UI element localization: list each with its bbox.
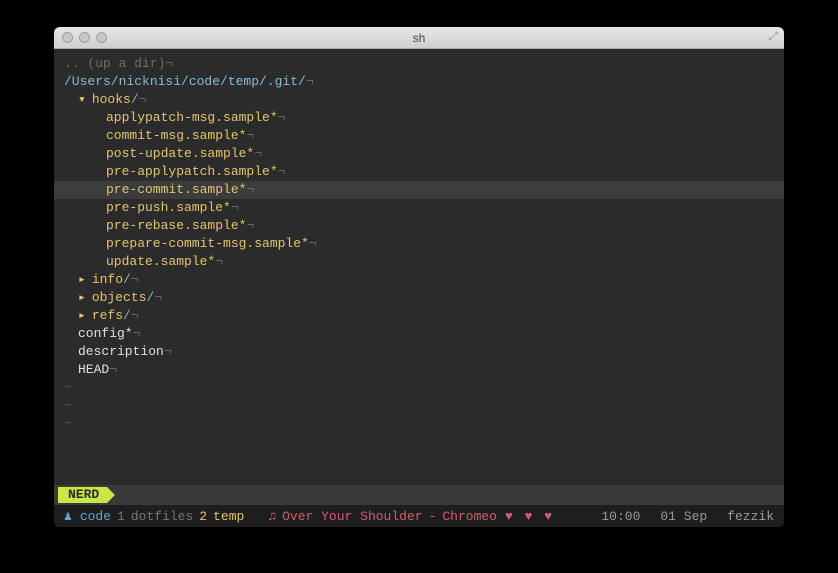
eol-marker: ¬ bbox=[154, 290, 162, 305]
file-name[interactable]: prepare-commit-msg.sample* bbox=[106, 236, 309, 251]
folder-closed-icon[interactable]: ▸ bbox=[78, 272, 86, 287]
tree-row[interactable]: .. (up a dir)¬ bbox=[64, 55, 774, 73]
empty-line: ~ bbox=[64, 379, 774, 397]
eol-marker: ¬ bbox=[165, 55, 173, 73]
cwd-path: /Users/nicknisi/code/temp/.git/ bbox=[64, 73, 306, 91]
tmux-window-name-1[interactable]: dotfiles bbox=[131, 509, 193, 524]
expand-icon[interactable]: ⤢ bbox=[768, 30, 778, 44]
eol-marker: ¬ bbox=[309, 236, 317, 251]
music-icon: ♫ bbox=[268, 509, 276, 524]
eol-marker: ¬ bbox=[246, 128, 254, 143]
file-name[interactable]: pre-applypatch.sample* bbox=[106, 164, 278, 179]
tree-row[interactable]: /Users/nicknisi/code/temp/.git/¬ bbox=[64, 73, 774, 91]
file-name[interactable]: post-update.sample* bbox=[106, 146, 254, 161]
tree-row[interactable]: config*¬ bbox=[64, 325, 774, 343]
folder-closed-icon[interactable]: ▸ bbox=[78, 290, 86, 305]
folder-open-icon[interactable]: ▾ bbox=[78, 92, 86, 107]
file-name[interactable]: applypatch-msg.sample* bbox=[106, 110, 278, 125]
vim-statusbar: NERD bbox=[54, 485, 784, 505]
dir-name[interactable]: refs bbox=[92, 308, 123, 323]
tree-row[interactable]: pre-applypatch.sample*¬ bbox=[64, 163, 774, 181]
window-title: sh bbox=[54, 31, 784, 45]
tmux-session-name[interactable]: code bbox=[80, 509, 111, 524]
music-title: Over Your Shoulder bbox=[282, 509, 422, 524]
file-name[interactable]: HEAD bbox=[78, 362, 109, 377]
tree-row[interactable]: description¬ bbox=[64, 343, 774, 361]
up-dir-label[interactable]: .. (up a dir) bbox=[64, 55, 165, 73]
mode-badge: NERD bbox=[58, 487, 107, 503]
tree-row[interactable]: ▸ info/¬ bbox=[64, 271, 774, 289]
eol-marker: ¬ bbox=[164, 344, 172, 359]
dir-name[interactable]: hooks bbox=[92, 92, 131, 107]
eol-marker: ¬ bbox=[215, 254, 223, 269]
session-icon: ♟ bbox=[64, 509, 72, 524]
eol-marker: ¬ bbox=[246, 218, 254, 233]
eol-marker: ¬ bbox=[246, 182, 254, 197]
eol-marker: ¬ bbox=[231, 200, 239, 215]
terminal-body: .. (up a dir)¬/Users/nicknisi/code/temp/… bbox=[54, 49, 784, 527]
tree-row[interactable]: ▸ refs/¬ bbox=[64, 307, 774, 325]
tree-row[interactable]: ▸objects/¬ bbox=[64, 289, 774, 307]
music-artist: Chromeo bbox=[442, 509, 497, 524]
file-name[interactable]: update.sample* bbox=[106, 254, 215, 269]
folder-closed-icon[interactable]: ▸ bbox=[78, 308, 86, 323]
eol-marker: ¬ bbox=[131, 308, 139, 323]
file-name[interactable]: pre-commit.sample* bbox=[106, 182, 246, 197]
dir-name[interactable]: info bbox=[92, 272, 123, 287]
tree-row[interactable]: update.sample*¬ bbox=[64, 253, 774, 271]
tree-row[interactable]: HEAD¬ bbox=[64, 361, 774, 379]
file-tree[interactable]: .. (up a dir)¬/Users/nicknisi/code/temp/… bbox=[54, 49, 784, 485]
eol-marker: ¬ bbox=[254, 146, 262, 161]
tree-row[interactable]: applypatch-msg.sample*¬ bbox=[64, 109, 774, 127]
hostname: fezzik bbox=[727, 509, 774, 524]
eol-marker: ¬ bbox=[109, 362, 117, 377]
dir-name[interactable]: objects bbox=[92, 290, 147, 305]
hearts-icon: ♥ ♥ ♥ bbox=[505, 509, 554, 524]
file-name[interactable]: commit-msg.sample* bbox=[106, 128, 246, 143]
empty-line: ~ bbox=[64, 397, 774, 415]
eol-marker: ¬ bbox=[278, 164, 286, 179]
tree-row[interactable]: commit-msg.sample*¬ bbox=[64, 127, 774, 145]
tree-row[interactable]: pre-commit.sample*¬ bbox=[54, 181, 784, 199]
empty-line: ~ bbox=[64, 415, 774, 433]
slash: / bbox=[123, 308, 131, 323]
titlebar[interactable]: sh ⤢ bbox=[54, 27, 784, 49]
tree-row[interactable]: pre-push.sample*¬ bbox=[64, 199, 774, 217]
terminal-window: sh ⤢ .. (up a dir)¬/Users/nicknisi/code/… bbox=[54, 27, 784, 527]
eol-marker: ¬ bbox=[278, 110, 286, 125]
music-sep: - bbox=[429, 509, 437, 524]
tmux-statusbar: ♟ code 1 dotfiles 2 temp ♫ Over Your Sho… bbox=[54, 505, 784, 527]
eol-marker: ¬ bbox=[131, 272, 139, 287]
tree-row[interactable]: prepare-commit-msg.sample*¬ bbox=[64, 235, 774, 253]
eol-marker: ¬ bbox=[133, 326, 141, 341]
tmux-window-name-2[interactable]: temp bbox=[213, 509, 244, 524]
clock-time: 10:00 bbox=[601, 509, 640, 524]
slash: / bbox=[123, 272, 131, 287]
eol-marker: ¬ bbox=[139, 92, 147, 107]
tree-row[interactable]: pre-rebase.sample*¬ bbox=[64, 217, 774, 235]
file-name[interactable]: pre-rebase.sample* bbox=[106, 218, 246, 233]
tree-row[interactable]: ▾ hooks/¬ bbox=[64, 91, 774, 109]
tmux-window-index-1[interactable]: 1 bbox=[117, 509, 125, 524]
file-name[interactable]: description bbox=[78, 344, 164, 359]
file-name[interactable]: pre-push.sample* bbox=[106, 200, 231, 215]
file-name[interactable]: config* bbox=[78, 326, 133, 341]
clock-date: 01 Sep bbox=[660, 509, 707, 524]
eol-marker: ¬ bbox=[306, 73, 314, 91]
tmux-window-index-2[interactable]: 2 bbox=[199, 509, 207, 524]
tree-row[interactable]: post-update.sample*¬ bbox=[64, 145, 774, 163]
slash: / bbox=[131, 92, 139, 107]
